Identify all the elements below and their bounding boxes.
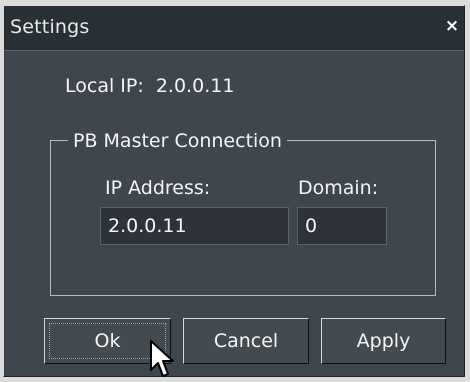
domain-label: Domain: [298,177,379,199]
close-button[interactable]: × [444,16,460,36]
apply-button-label: Apply [356,330,411,352]
apply-button[interactable]: Apply [321,318,446,364]
window-title: Settings [10,16,90,38]
cancel-button-label: Cancel [213,330,279,352]
ip-address-input[interactable]: 2.0.0.11 [100,207,289,245]
domain-input[interactable]: 0 [297,207,387,245]
screen: Settings × Local IP: 2.0.0.11 PB Master … [0,0,470,382]
local-ip-value: 2.0.0.11 [155,75,235,97]
mouse-pointer-icon [150,340,174,377]
cancel-button[interactable]: Cancel [183,318,309,364]
local-ip-label: Local IP: [65,75,144,97]
close-icon: × [444,16,460,36]
ip-address-label: IP Address: [105,177,211,199]
titlebar[interactable]: Settings × [4,6,464,51]
group-title: PB Master Connection [68,130,287,152]
settings-dialog: Settings × Local IP: 2.0.0.11 PB Master … [3,5,465,377]
local-ip-row: Local IP: 2.0.0.11 [65,75,234,97]
